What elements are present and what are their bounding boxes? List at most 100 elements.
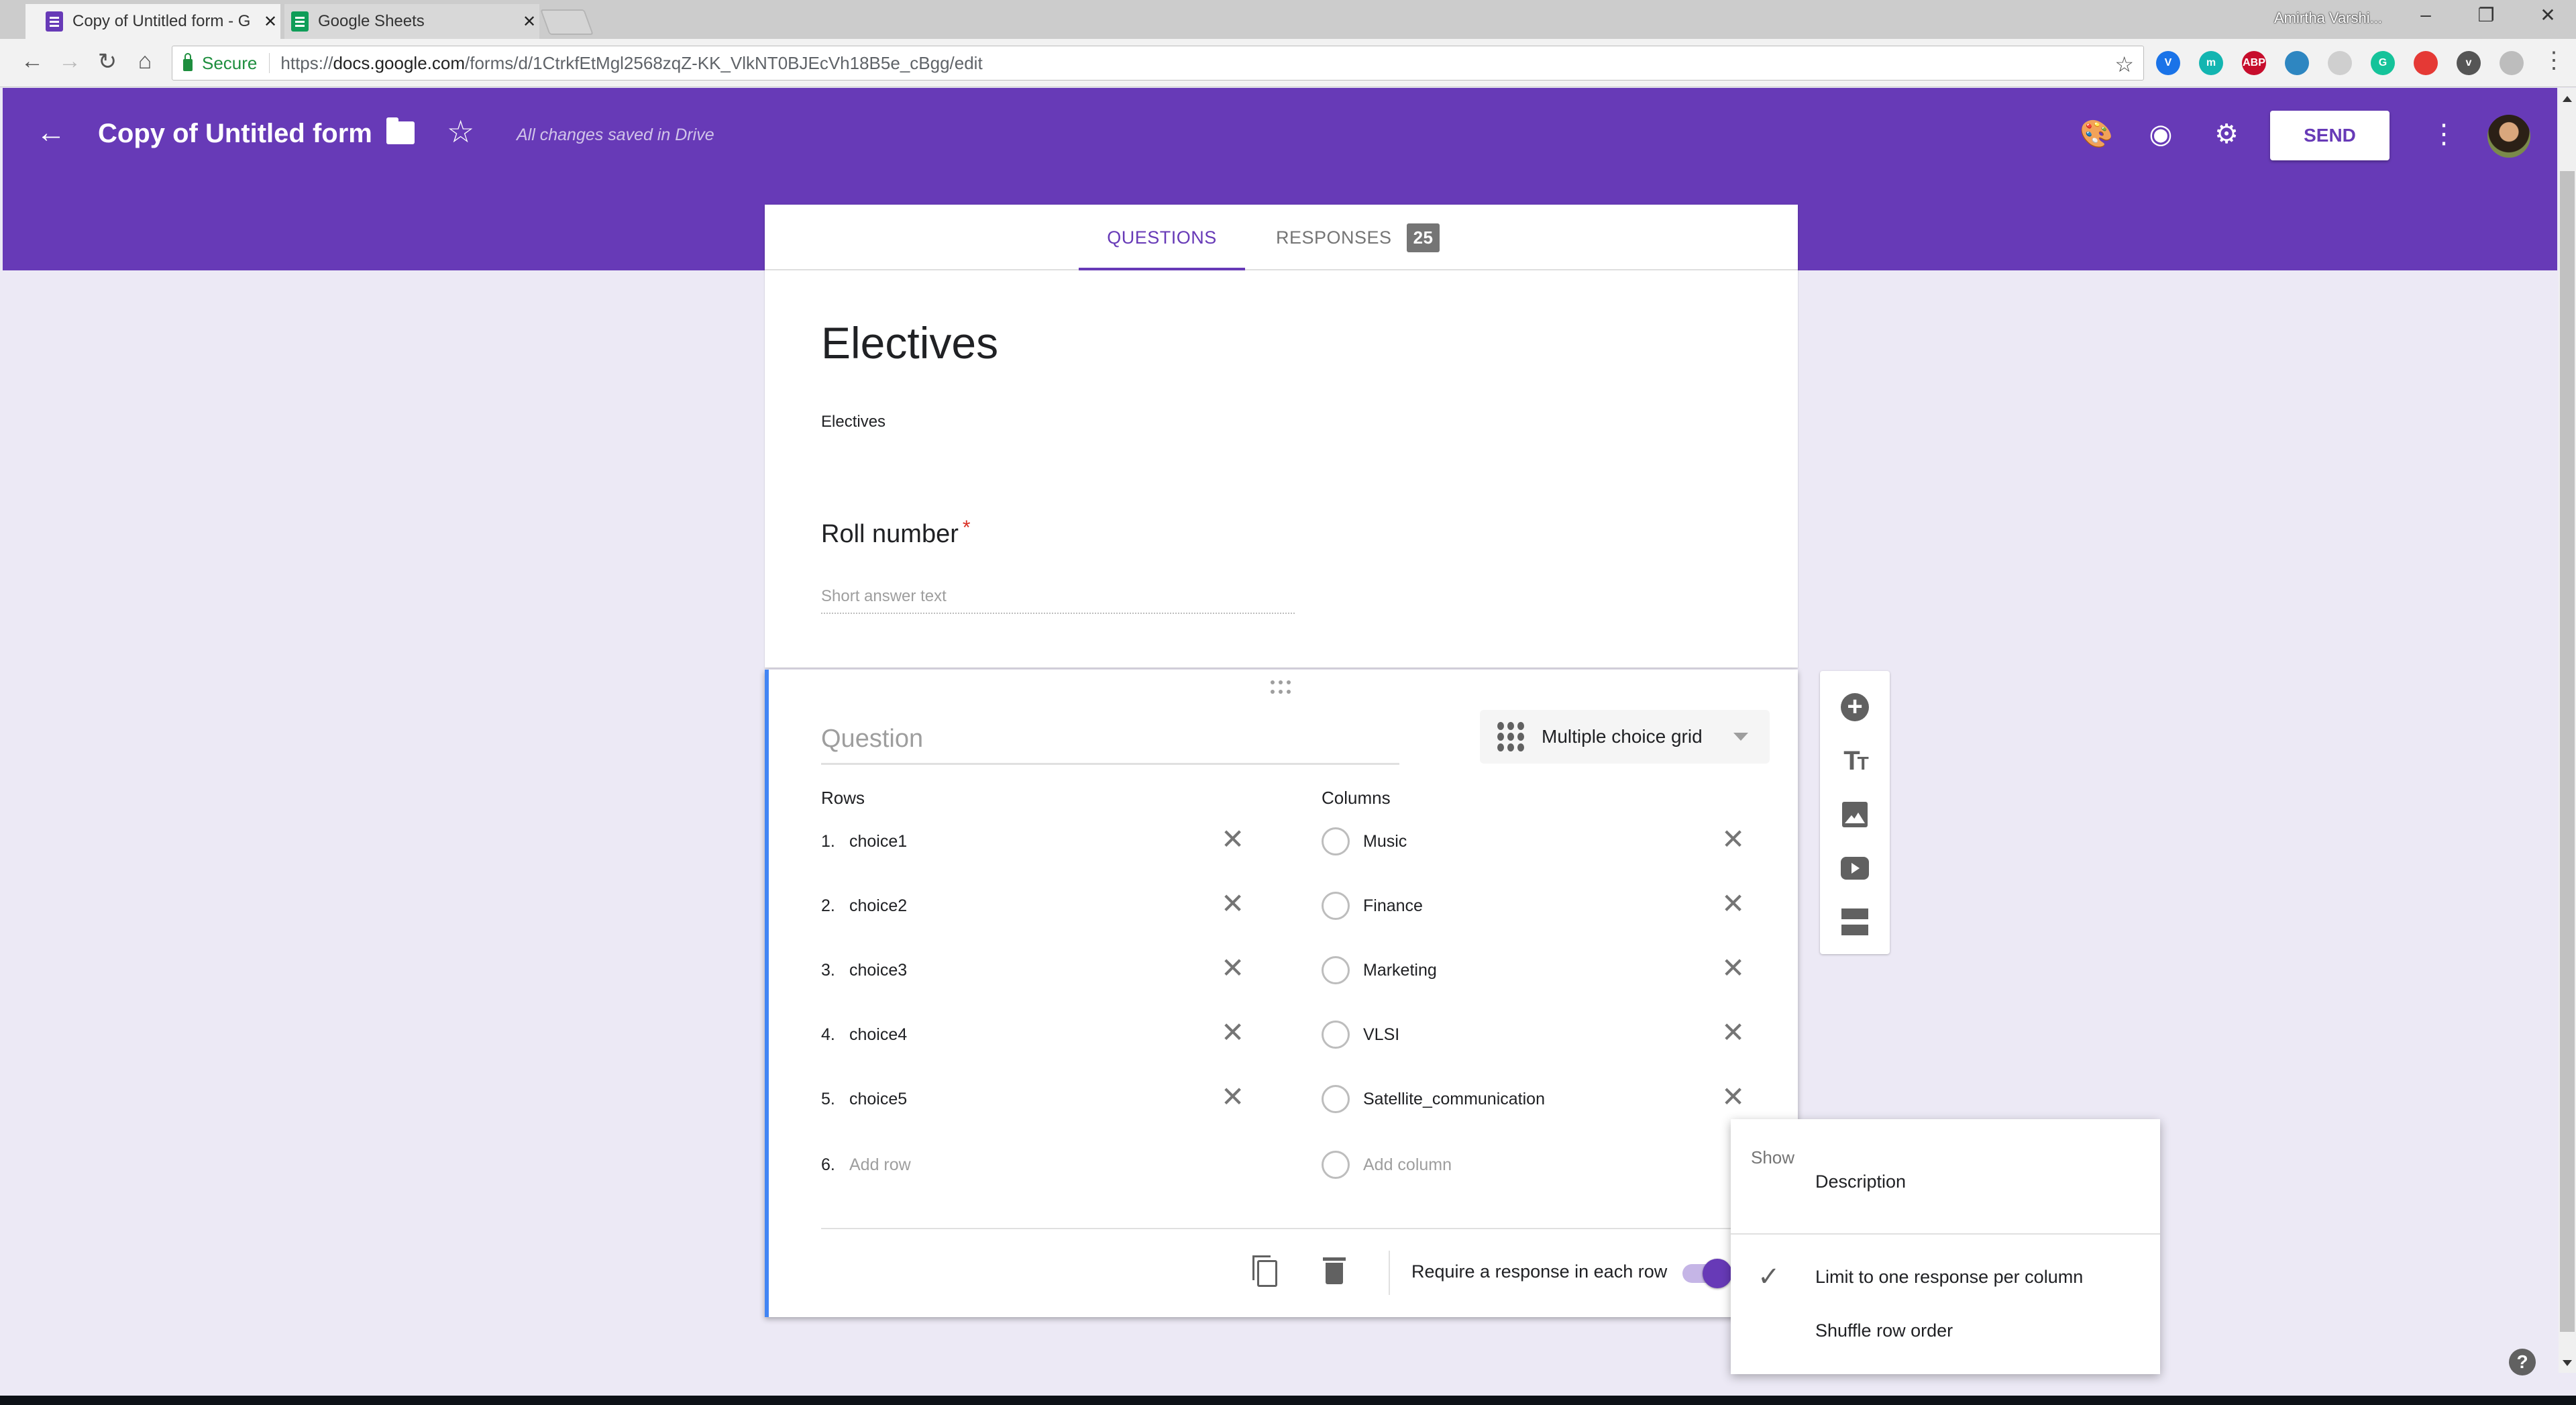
chrome-menu-icon[interactable]: ⋮ bbox=[2542, 47, 2565, 74]
row-label[interactable]: choice1 bbox=[849, 832, 907, 851]
vertical-scrollbar[interactable] bbox=[2559, 88, 2576, 1373]
side-toolbar: + TT bbox=[1820, 671, 1890, 954]
question-type-select[interactable]: Multiple choice grid bbox=[1480, 710, 1770, 764]
back-arrow-icon[interactable]: ← bbox=[36, 116, 66, 150]
remove-column-icon[interactable]: ✕ bbox=[1721, 1016, 1745, 1049]
eye-ext-icon[interactable] bbox=[2285, 51, 2309, 75]
reload-icon[interactable]: ↻ bbox=[93, 48, 122, 75]
row-label[interactable]: choice3 bbox=[849, 961, 907, 980]
grid-column-option[interactable]: Music bbox=[1322, 821, 1407, 862]
circle-ext-icon[interactable] bbox=[2328, 51, 2352, 75]
grid-row-option[interactable]: 1. choice1 bbox=[821, 821, 907, 862]
grid-row-option[interactable]: 2. choice2 bbox=[821, 886, 907, 926]
divider bbox=[1389, 1251, 1390, 1295]
row-label[interactable]: choice2 bbox=[849, 896, 907, 916]
column-label[interactable]: Satellite_communication bbox=[1363, 1090, 1545, 1109]
form-description[interactable]: Electives bbox=[821, 413, 885, 431]
column-label[interactable]: Finance bbox=[1363, 896, 1423, 916]
tab-responses-label: RESPONSES bbox=[1276, 227, 1392, 248]
grid-row-option[interactable]: 5. choice5 bbox=[821, 1079, 907, 1119]
folder-icon[interactable] bbox=[386, 117, 415, 144]
browser-tab-forms[interactable]: Copy of Untitled form - G ✕ bbox=[25, 4, 280, 39]
row-label[interactable]: choice5 bbox=[849, 1090, 907, 1109]
close-tab-icon[interactable]: ✕ bbox=[519, 12, 539, 32]
question-type-label: Multiple choice grid bbox=[1542, 726, 1703, 747]
remove-row-icon[interactable]: ✕ bbox=[1221, 1080, 1244, 1113]
pocket-ext-icon[interactable]: v bbox=[2457, 51, 2481, 75]
remove-row-icon[interactable]: ✕ bbox=[1221, 951, 1244, 984]
remove-row-icon[interactable]: ✕ bbox=[1221, 823, 1244, 855]
remove-row-icon[interactable]: ✕ bbox=[1221, 1016, 1244, 1049]
address-bar[interactable]: Secure https://docs.google.com/forms/d/1… bbox=[172, 46, 2144, 81]
remove-row-icon[interactable]: ✕ bbox=[1221, 887, 1244, 920]
tab-questions[interactable]: QUESTIONS bbox=[1079, 205, 1245, 272]
back-icon[interactable]: ← bbox=[17, 48, 47, 74]
mendeley-ext-icon[interactable]: m bbox=[2199, 51, 2223, 75]
palette-icon[interactable]: 🎨 bbox=[2080, 119, 2113, 150]
secure-label: Secure bbox=[202, 52, 258, 73]
grid-column-option[interactable]: VLSI bbox=[1322, 1014, 1399, 1055]
avatar[interactable] bbox=[2487, 115, 2530, 158]
column-label[interactable]: Music bbox=[1363, 832, 1407, 851]
form-title[interactable]: Copy of Untitled form bbox=[98, 119, 372, 149]
new-tab-button[interactable] bbox=[540, 9, 594, 35]
scroll-up-icon[interactable] bbox=[2563, 96, 2572, 102]
grid-column-option[interactable]: Satellite_communication bbox=[1322, 1079, 1545, 1119]
star-icon[interactable]: ☆ bbox=[447, 113, 474, 150]
column-label[interactable]: VLSI bbox=[1363, 1025, 1399, 1045]
adblock-plus-ext-icon[interactable]: ABP bbox=[2242, 51, 2266, 75]
menu-item-shuffle-row-order[interactable]: Shuffle row order bbox=[1731, 1307, 2160, 1354]
menu-item-label: Shuffle row order bbox=[1815, 1320, 1953, 1341]
add-question-button[interactable]: + bbox=[1837, 690, 1872, 725]
send-button[interactable]: SEND bbox=[2270, 111, 2390, 160]
tab-responses[interactable]: RESPONSES 25 bbox=[1276, 205, 1440, 270]
profile-name[interactable]: Amirtha Varshi... bbox=[2274, 9, 2382, 27]
question-input[interactable]: Question bbox=[821, 725, 1399, 765]
form-heading[interactable]: Electives bbox=[821, 317, 998, 368]
bookmark-star-icon[interactable]: ☆ bbox=[2114, 52, 2134, 77]
add-row[interactable]: 6. Add row bbox=[821, 1145, 911, 1185]
gear-ext-icon[interactable] bbox=[2414, 51, 2438, 75]
browser-tab-sheets[interactable]: Google Sheets ✕ bbox=[284, 4, 539, 39]
os-taskbar bbox=[0, 1396, 2576, 1405]
vimeo-ext-icon[interactable]: V bbox=[2156, 51, 2180, 75]
drag-handle-icon[interactable] bbox=[1271, 680, 1291, 695]
scrollbar-thumb[interactable] bbox=[2560, 171, 2575, 1332]
remove-column-icon[interactable]: ✕ bbox=[1721, 823, 1745, 855]
restore-icon[interactable]: ❐ bbox=[2466, 4, 2506, 26]
column-label[interactable]: Marketing bbox=[1363, 961, 1437, 980]
grid-column-option[interactable]: Marketing bbox=[1322, 950, 1437, 990]
menu-item-limit-one-per-column[interactable]: ✓ Limit to one response per column bbox=[1731, 1253, 2160, 1300]
row-label[interactable]: choice4 bbox=[849, 1025, 907, 1045]
delete-trash-icon[interactable] bbox=[1323, 1257, 1346, 1284]
duplicate-icon[interactable] bbox=[1252, 1255, 1277, 1287]
preview-eye-icon[interactable]: ◉ bbox=[2145, 119, 2176, 150]
add-video-button[interactable] bbox=[1837, 851, 1872, 886]
columns-heading: Columns bbox=[1322, 788, 1391, 808]
question-title-roll-number[interactable]: Roll number * bbox=[821, 517, 971, 549]
menu-item-description[interactable]: Description bbox=[1731, 1158, 2160, 1205]
window-close-icon[interactable]: ✕ bbox=[2528, 4, 2568, 26]
remove-column-icon[interactable]: ✕ bbox=[1721, 1080, 1745, 1113]
grid-row-option[interactable]: 3. choice3 bbox=[821, 950, 907, 990]
grammarly-ext-icon[interactable]: G bbox=[2371, 51, 2395, 75]
add-section-button[interactable] bbox=[1837, 904, 1872, 939]
settings-gear-icon[interactable]: ⚙ bbox=[2211, 119, 2242, 150]
help-icon[interactable]: ? bbox=[2509, 1349, 2536, 1375]
add-column[interactable]: Add column bbox=[1322, 1145, 1452, 1185]
require-response-toggle[interactable] bbox=[1682, 1259, 1732, 1288]
grid-column-option[interactable]: Finance bbox=[1322, 886, 1423, 926]
add-image-button[interactable] bbox=[1837, 797, 1872, 832]
remove-column-icon[interactable]: ✕ bbox=[1721, 887, 1745, 920]
close-tab-icon[interactable]: ✕ bbox=[260, 12, 280, 32]
page-ext-icon[interactable] bbox=[2500, 51, 2524, 75]
add-title-button[interactable]: TT bbox=[1837, 743, 1872, 778]
forward-icon[interactable]: → bbox=[55, 48, 85, 74]
menu-item-label: Limit to one response per column bbox=[1815, 1266, 2084, 1287]
home-icon[interactable]: ⌂ bbox=[130, 48, 160, 74]
grid-row-option[interactable]: 4. choice4 bbox=[821, 1014, 907, 1055]
more-options-icon[interactable]: ⋮ bbox=[2428, 119, 2459, 150]
minimize-icon[interactable]: – bbox=[2406, 4, 2446, 25]
scroll-down-icon[interactable] bbox=[2563, 1360, 2572, 1366]
remove-column-icon[interactable]: ✕ bbox=[1721, 951, 1745, 984]
